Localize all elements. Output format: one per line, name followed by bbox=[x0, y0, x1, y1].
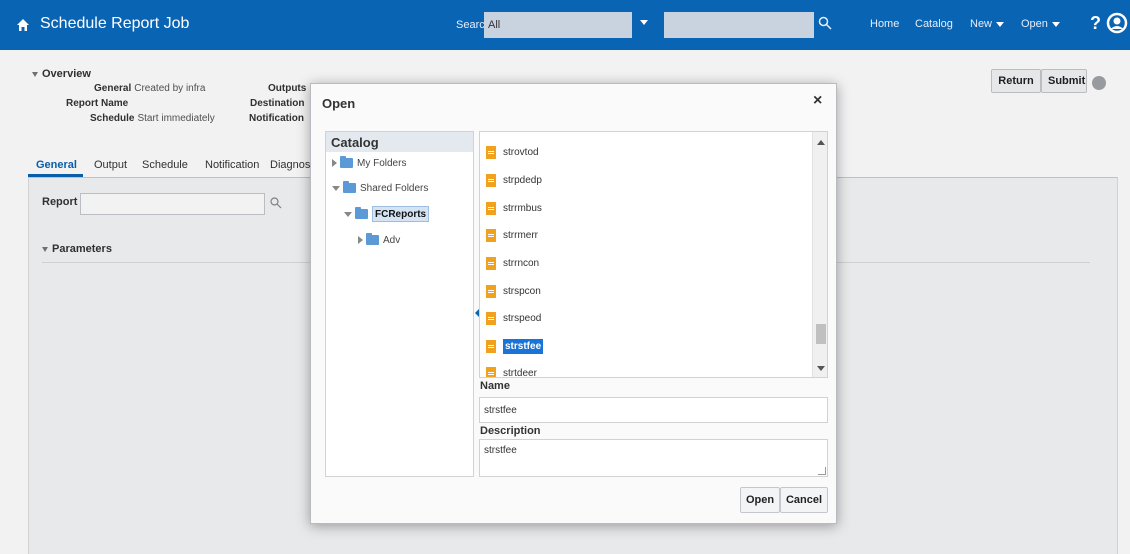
report-file-icon bbox=[486, 201, 496, 215]
tree-item-adv[interactable]: Adv bbox=[358, 233, 400, 249]
nav-catalog-link[interactable]: Catalog bbox=[915, 18, 953, 30]
file-name: strspcon bbox=[503, 286, 541, 297]
report-file-icon bbox=[486, 339, 496, 353]
tree-item-label: Adv bbox=[383, 235, 401, 246]
folder-icon bbox=[366, 233, 379, 246]
close-icon[interactable]: × bbox=[813, 92, 822, 110]
report-file-icon bbox=[486, 311, 496, 325]
page-title: Schedule Report Job bbox=[40, 15, 190, 32]
report-file-icon bbox=[486, 366, 496, 377]
file-name: strstfee bbox=[503, 339, 544, 354]
dialog-title: Open bbox=[322, 96, 356, 111]
file-name: strrmerr bbox=[503, 230, 538, 241]
nav-new-menu[interactable]: New bbox=[970, 18, 1005, 30]
file-name: strrmbus bbox=[503, 203, 542, 214]
file-name: strrncon bbox=[503, 258, 540, 269]
file-list-scrollbar[interactable] bbox=[812, 132, 827, 377]
tree-item-label: FCReports bbox=[372, 206, 430, 222]
nav-open-menu[interactable]: Open bbox=[1021, 18, 1060, 30]
scrollbar-thumb[interactable] bbox=[816, 324, 826, 344]
nav-new-label: New bbox=[970, 18, 993, 30]
report-file-icon bbox=[486, 284, 496, 298]
file-item[interactable]: strovtod bbox=[486, 143, 539, 163]
chevron-down-icon bbox=[1051, 21, 1060, 27]
chevron-down-icon[interactable] bbox=[640, 20, 648, 25]
user-avatar-icon[interactable] bbox=[1106, 12, 1128, 34]
tree-item-fcreports[interactable]: FCReports bbox=[344, 206, 430, 222]
description-label: Description bbox=[480, 425, 541, 437]
report-file-icon bbox=[486, 173, 496, 187]
file-item-selected[interactable]: strstfee bbox=[486, 337, 544, 357]
open-button[interactable]: Open bbox=[740, 487, 780, 513]
name-input[interactable]: strstfee bbox=[479, 397, 828, 423]
home-icon[interactable] bbox=[16, 18, 30, 32]
nav-open-label: Open bbox=[1021, 18, 1048, 30]
file-item[interactable]: strrncon bbox=[486, 254, 539, 274]
file-item[interactable]: strpdedp bbox=[486, 171, 542, 191]
folder-icon bbox=[340, 156, 353, 169]
file-name: strovtod bbox=[503, 147, 539, 158]
top-bar: Schedule Report Job Search All Home Cata… bbox=[0, 0, 1130, 50]
report-file-icon bbox=[486, 228, 496, 242]
expand-icon[interactable] bbox=[358, 236, 363, 245]
nav-home-link[interactable]: Home bbox=[870, 18, 899, 30]
resize-handle[interactable] bbox=[818, 467, 826, 475]
file-item[interactable]: strrmbus bbox=[486, 199, 542, 219]
catalog-heading: Catalog bbox=[326, 132, 473, 152]
tree-item-shared-folders[interactable]: Shared Folders bbox=[332, 181, 428, 197]
description-textarea[interactable]: strstfee bbox=[479, 439, 828, 477]
expand-icon[interactable] bbox=[332, 159, 337, 168]
search-scope-select[interactable]: All bbox=[484, 12, 632, 38]
file-list-pane: strovtod strpdedp strrmbus strrmerr strr… bbox=[479, 131, 828, 378]
scroll-up-icon[interactable] bbox=[817, 140, 825, 145]
file-item[interactable]: strspeod bbox=[486, 309, 541, 329]
collapse-icon[interactable] bbox=[332, 185, 340, 191]
scroll-down-icon[interactable] bbox=[817, 366, 825, 371]
file-item[interactable]: strtdeer bbox=[486, 364, 537, 378]
tree-item-my-folders[interactable]: My Folders bbox=[332, 156, 406, 172]
cancel-button[interactable]: Cancel bbox=[780, 487, 828, 513]
folder-icon bbox=[343, 181, 356, 194]
help-icon[interactable]: ? bbox=[1090, 13, 1101, 34]
open-dialog: Open × Catalog My Folders Shared Folders… bbox=[310, 83, 837, 524]
tree-item-label: Shared Folders bbox=[360, 183, 429, 194]
collapse-icon[interactable] bbox=[344, 211, 352, 217]
catalog-tree-pane: Catalog My Folders Shared Folders FCRepo… bbox=[325, 131, 474, 477]
folder-icon bbox=[355, 207, 368, 220]
file-name: strspeod bbox=[503, 313, 542, 324]
file-item[interactable]: strrmerr bbox=[486, 226, 538, 246]
search-icon[interactable] bbox=[818, 16, 832, 30]
tree-item-label: My Folders bbox=[357, 158, 407, 169]
report-file-icon bbox=[486, 145, 496, 159]
file-item[interactable]: strspcon bbox=[486, 282, 541, 302]
file-name: strpdedp bbox=[503, 175, 542, 186]
report-file-icon bbox=[486, 256, 496, 270]
file-name: strtdeer bbox=[503, 368, 537, 378]
name-label: Name bbox=[480, 380, 510, 392]
chevron-down-icon bbox=[996, 21, 1005, 27]
search-input[interactable] bbox=[664, 12, 814, 38]
